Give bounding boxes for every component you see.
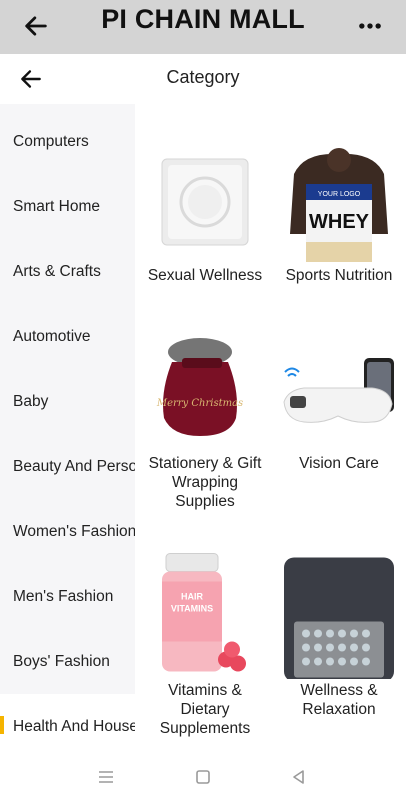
system-nav-bar — [0, 754, 406, 800]
category-card-sexual-wellness[interactable]: Sexual Wellness — [142, 144, 268, 285]
sidebar-item-arts-crafts[interactable]: Arts & Crafts — [0, 239, 135, 304]
sidebar-item-boys-fashion[interactable]: Boys' Fashion — [0, 629, 135, 694]
category-card-stationery-gift[interactable]: Merry Christmas Stationery & Gift Wrappi… — [142, 332, 268, 511]
sidebar-item-label: Men's Fashion — [13, 587, 114, 605]
category-label: Sports Nutrition — [285, 267, 393, 284]
sidebar-item-label: Smart Home — [13, 197, 100, 215]
whey-protein-image: YOUR LOGO WHEY — [290, 148, 388, 262]
eye-massager-image — [283, 358, 394, 423]
sidebar-item-smart-home[interactable]: Smart Home — [0, 174, 135, 239]
category-header: Category — [0, 54, 406, 104]
vitamin-label-text: VITAMINS — [171, 604, 213, 614]
sidebar-item-health-household[interactable]: Health And Household — [0, 694, 135, 754]
sidebar-item-baby[interactable]: Baby — [0, 369, 135, 434]
category-sidebar: Computers Smart Home Arts & Crafts Autom… — [0, 104, 135, 754]
category-card-vitamins[interactable]: HAIR VITAMINS Vitamins & Dietary Supplem… — [142, 544, 268, 738]
sidebar-item-label: Arts & Crafts — [13, 262, 101, 280]
page-title: Category — [166, 67, 240, 87]
subcategory-grid: Sexual Wellness YOUR LOGO WHEY Sports Nu… — [135, 104, 406, 754]
gift-bag-text: Merry Christmas — [156, 398, 243, 409]
sidebar-item-label: Computers — [13, 132, 89, 150]
category-card-sports-nutrition[interactable]: YOUR LOGO WHEY Sports Nutrition — [276, 144, 402, 285]
sidebar-item-label: Automotive — [13, 327, 91, 345]
category-label: Vision Care — [299, 455, 379, 472]
sidebar-item-label: Women's Fashion — [13, 522, 135, 540]
vitamin-brand-text: HAIR — [181, 592, 203, 602]
sidebar-item-label: Beauty And Personal Care — [13, 457, 135, 475]
menu-lines-icon[interactable] — [95, 766, 117, 788]
home-square-icon[interactable] — [192, 766, 214, 788]
category-card-wellness-relaxation[interactable]: Wellness & Relaxation — [276, 544, 402, 719]
hair-vitamins-bottle-image: HAIR VITAMINS — [162, 553, 246, 672]
category-label: Wellness & Relaxation — [300, 682, 378, 718]
back-triangle-icon[interactable] — [288, 766, 310, 788]
category-card-vision-care[interactable]: Vision Care — [276, 332, 402, 473]
app-title: PI CHAIN MALL — [101, 4, 305, 34]
whey-label-text: WHEY — [309, 211, 370, 233]
sidebar-item-label: Boys' Fashion — [13, 652, 110, 670]
massage-mat-image — [284, 557, 394, 679]
gift-bag-image: Merry Christmas — [156, 338, 243, 436]
category-label: Vitamins & Dietary Supplements — [159, 682, 251, 737]
sidebar-item-mens-fashion[interactable]: Men's Fashion — [0, 564, 135, 629]
whey-brand-text: YOUR LOGO — [318, 191, 361, 198]
more-dots-icon[interactable] — [356, 12, 384, 40]
sidebar-item-womens-fashion[interactable]: Women's Fashion — [0, 499, 135, 564]
sidebar-item-computers[interactable]: Computers — [0, 109, 135, 174]
app-bar: PI CHAIN MALL — [0, 0, 406, 54]
category-label: Stationery & Gift Wrapping Supplies — [148, 455, 262, 510]
sidebar-item-automotive[interactable]: Automotive — [0, 304, 135, 369]
sidebar-item-label: Baby — [13, 392, 49, 410]
active-indicator — [0, 716, 4, 734]
category-label: Sexual Wellness — [147, 267, 263, 284]
sidebar-item-label: Health And Household — [13, 717, 135, 735]
condom-package-image — [161, 158, 249, 246]
sidebar-item-beauty[interactable]: Beauty And Personal Care — [0, 434, 135, 499]
